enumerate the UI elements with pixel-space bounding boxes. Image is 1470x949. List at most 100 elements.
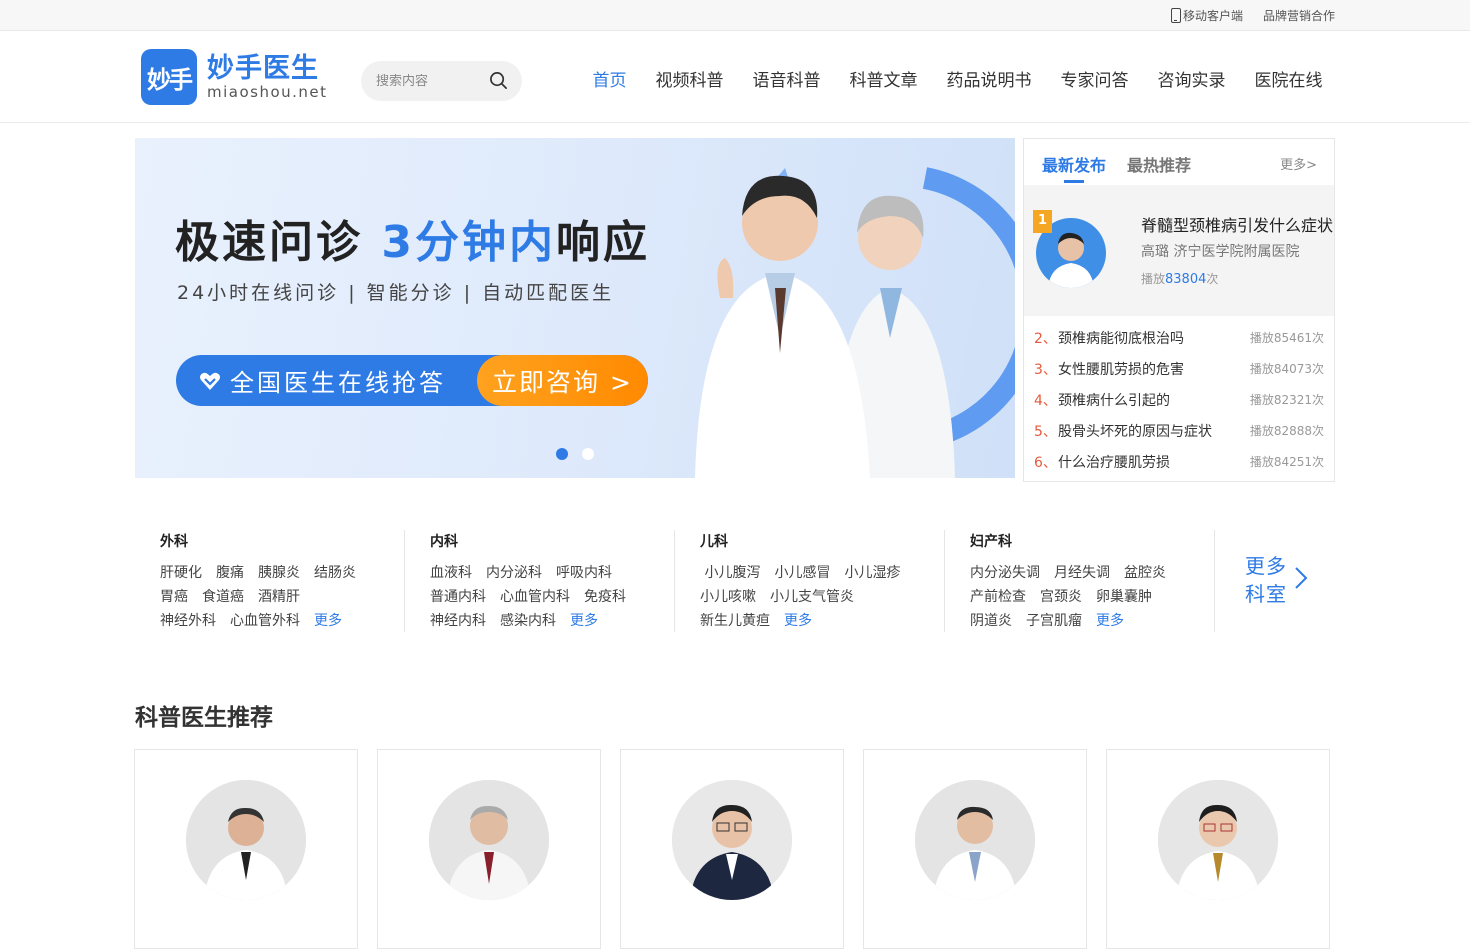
dept-obgyn: 妇产科 内分泌失调 月经失调 盆腔炎 产前检查 宫颈炎 卵巢囊肿 阴道炎 子宫肌瘤 更多: [945, 522, 1215, 632]
rank-plays: 播放82888次: [1249, 424, 1324, 438]
rank-plays: 播放84251次: [1249, 455, 1324, 469]
dept-link[interactable]: 肝硬化: [160, 565, 202, 581]
dept-link[interactable]: 结肠炎: [314, 565, 356, 581]
tab-hot[interactable]: 最热推荐: [1127, 152, 1191, 176]
main-nav: 首页 视频科普 语音科普 科普文章 药品说明书 专家问答 咨询实录 医院在线: [578, 59, 1337, 103]
doctor-card[interactable]: [1106, 749, 1330, 949]
panel-more-link[interactable]: 更多>: [1280, 154, 1317, 173]
mobile-client-link[interactable]: 移动客户端: [1170, 7, 1243, 24]
dept-link[interactable]: 腹痛: [216, 565, 244, 581]
doctor-avatar: [915, 780, 1035, 900]
banner-title: 极速问诊 3分钟内响应: [175, 217, 650, 268]
doctor-avatar: [672, 780, 792, 900]
dept-link[interactable]: 新生儿黄疸: [700, 613, 770, 629]
dept-link[interactable]: 小儿支气管炎: [770, 589, 854, 605]
nav-video[interactable]: 视频科普: [641, 59, 738, 103]
dept-name[interactable]: 内科: [430, 531, 675, 551]
phone-icon: [1170, 7, 1181, 23]
tab-latest[interactable]: 最新发布: [1042, 152, 1106, 176]
dept-link[interactable]: 小儿感冒: [774, 565, 830, 581]
ranking-item[interactable]: 4、 颈椎病什么引起的 播放82321次: [1024, 384, 1334, 415]
nav-drug-instructions[interactable]: 药品说明书: [932, 59, 1046, 103]
doctor-avatar: [1158, 780, 1278, 900]
dept-link[interactable]: 小儿咳嗽: [700, 589, 756, 605]
dept-link[interactable]: 胃癌: [160, 589, 188, 605]
ranking-item[interactable]: 3、 女性腰肌劳损的危害 播放84073次: [1024, 353, 1334, 384]
dept-name[interactable]: 妇产科: [970, 531, 1215, 551]
dept-link[interactable]: 卵巢囊肿: [1096, 589, 1152, 605]
dept-link[interactable]: 阴道炎: [970, 613, 1012, 629]
nav-hospitals[interactable]: 医院在线: [1240, 59, 1337, 103]
dept-name[interactable]: 儿科: [700, 531, 945, 551]
top-links: 移动客户端 品牌营销合作: [1170, 0, 1335, 30]
search-icon[interactable]: [489, 71, 508, 90]
doctor-avatar: [186, 780, 306, 900]
site-header: 妙手 妙手医生 miaoshou.net 首页 视频科普 语音科普 科普文章 药…: [0, 31, 1470, 123]
dept-link[interactable]: 小儿湿疹: [844, 565, 900, 581]
doctor-card[interactable]: [863, 749, 1087, 949]
rank-number: 5、: [1034, 423, 1057, 440]
dept-link[interactable]: 盆腔炎: [1124, 565, 1166, 581]
rank-title: 女性腰肌劳损的危害: [1058, 361, 1184, 378]
site-logo[interactable]: 妙手 妙手医生 miaoshou.net: [141, 49, 328, 105]
nav-home[interactable]: 首页: [578, 59, 641, 103]
dept-link[interactable]: 神经外科: [160, 613, 216, 629]
dept-link[interactable]: 食道癌: [202, 589, 244, 605]
hero-banner[interactable]: 极速问诊 3分钟内响应 24小时在线问诊 | 智能分诊 | 自动匹配医生 全国医…: [135, 138, 1015, 478]
nav-articles[interactable]: 科普文章: [835, 59, 932, 103]
dept-link[interactable]: 心血管内科: [500, 589, 570, 605]
dept-link[interactable]: 免疫科: [584, 589, 626, 605]
carousel-dot-2[interactable]: [582, 448, 594, 460]
chevron-right-icon[interactable]: [1294, 566, 1308, 590]
dept-more-link[interactable]: 更多: [570, 613, 598, 629]
dept-link[interactable]: 小儿腹泻: [704, 565, 760, 581]
dept-pediatrics: 儿科 小儿腹泻 小儿感冒 小儿湿疹 小儿咳嗽 小儿支气管炎 新生儿黄疸 更多: [675, 522, 945, 632]
rank-number: 2、: [1034, 330, 1057, 347]
dept-link[interactable]: 产前检查: [970, 589, 1026, 605]
carousel-dot-1[interactable]: [556, 448, 568, 460]
dept-link[interactable]: 宫颈炎: [1040, 589, 1082, 605]
dept-link[interactable]: 内分泌科: [486, 565, 542, 581]
consult-now-button[interactable]: 立即咨询 >: [477, 355, 648, 406]
doctor-card[interactable]: [134, 749, 358, 949]
doctor-avatar: [429, 780, 549, 900]
ranking-list: 2、 颈椎病能彻底根治吗 播放85461次 3、 女性腰肌劳损的危害 播放84073次 …: [1024, 322, 1334, 477]
dept-link[interactable]: 呼吸内科: [556, 565, 612, 581]
nav-expert-qa[interactable]: 专家问答: [1046, 59, 1143, 103]
top-bar: 移动客户端 品牌营销合作: [0, 0, 1470, 31]
doctor-card[interactable]: [377, 749, 601, 949]
dept-link[interactable]: 心血管外科: [230, 613, 300, 629]
dept-more-link[interactable]: 更多: [314, 613, 342, 629]
rank-title: 什么治疗腰肌劳损: [1058, 454, 1170, 471]
search-box: [361, 61, 522, 101]
banner-cta[interactable]: 全国医生在线抢答 立即咨询 >: [176, 355, 648, 406]
dept-link[interactable]: 胰腺炎: [258, 565, 300, 581]
featured-video[interactable]: 1 脊髓型颈椎病引发什么症状 高璐 济宁医学院附属医院 播放83804次: [1024, 185, 1334, 316]
ranking-item[interactable]: 2、 颈椎病能彻底根治吗 播放85461次: [1024, 322, 1334, 353]
search-input[interactable]: [376, 73, 481, 89]
ranking-item[interactable]: 6、 什么治疗腰肌劳损 播放84251次: [1024, 446, 1334, 477]
dept-link[interactable]: 感染内科: [500, 613, 556, 629]
dept-link[interactable]: 酒精肝: [258, 589, 300, 605]
dept-name[interactable]: 外科: [160, 531, 405, 551]
nav-audio[interactable]: 语音科普: [738, 59, 835, 103]
dept-link[interactable]: 普通内科: [430, 589, 486, 605]
dept-link[interactable]: 内分泌失调: [970, 565, 1040, 581]
more-departments-line2: 科室: [1245, 582, 1287, 606]
more-departments-line1: 更多: [1245, 554, 1287, 578]
ranking-item[interactable]: 5、 股骨头坏死的原因与症状 播放82888次: [1024, 415, 1334, 446]
dept-link[interactable]: 月经失调: [1054, 565, 1110, 581]
more-departments-link[interactable]: 更多 科室: [1245, 552, 1287, 608]
heart-shield-icon: [200, 372, 220, 390]
rank-title: 股骨头坏死的原因与症状: [1058, 423, 1212, 440]
dept-link[interactable]: 神经内科: [430, 613, 486, 629]
dept-link[interactable]: 子宫肌瘤: [1026, 613, 1082, 629]
dept-link[interactable]: 血液科: [430, 565, 472, 581]
doctor-card[interactable]: [620, 749, 844, 949]
dept-more-link[interactable]: 更多: [1096, 613, 1124, 629]
logo-domain: miaoshou.net: [207, 83, 328, 101]
nav-consult-records[interactable]: 咨询实录: [1143, 59, 1240, 103]
featured-title[interactable]: 脊髓型颈椎病引发什么症状: [1141, 212, 1333, 236]
dept-more-link[interactable]: 更多: [784, 613, 812, 629]
brand-marketing-link[interactable]: 品牌营销合作: [1263, 7, 1335, 24]
